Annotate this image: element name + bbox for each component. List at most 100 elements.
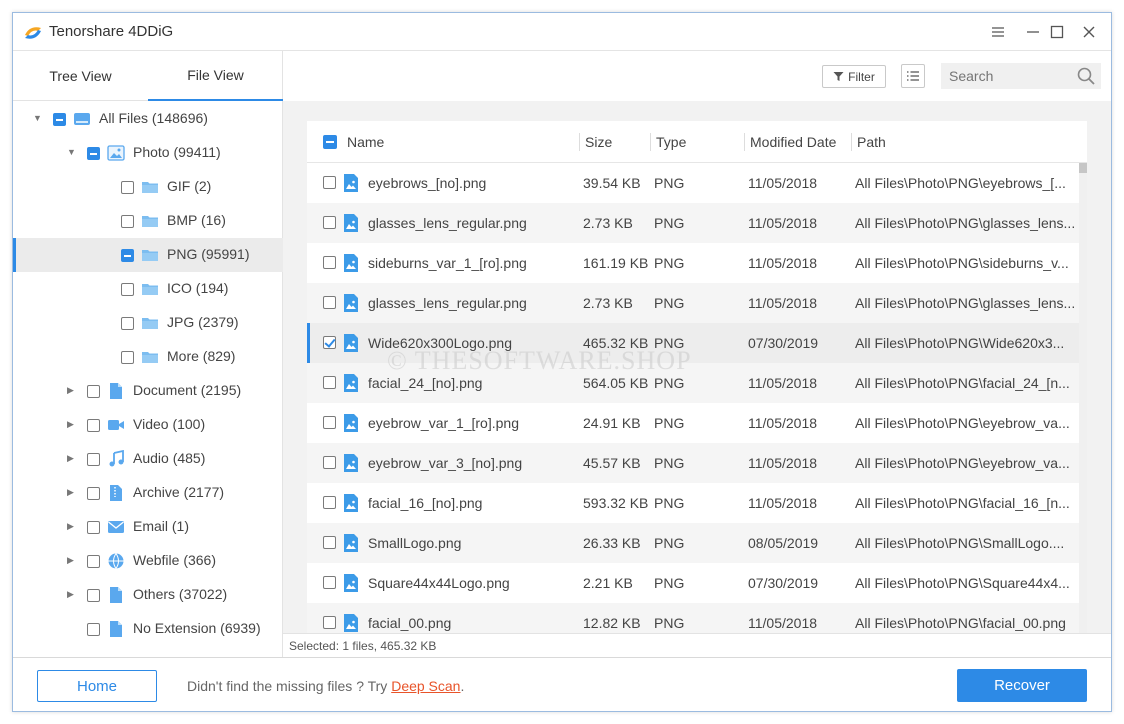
column-path[interactable]: Path <box>857 134 886 150</box>
vertical-scrollbar[interactable] <box>1079 163 1087 633</box>
tree-item[interactable]: ▶ Document (2195) <box>13 374 283 408</box>
image-file-icon <box>343 493 359 513</box>
column-separator[interactable] <box>579 133 580 151</box>
row-checkbox[interactable] <box>323 216 336 229</box>
table-row[interactable]: Wide620x300Logo.png 465.32 KB PNG 07/30/201… <box>307 323 1079 363</box>
tree-item-checkbox[interactable] <box>121 215 134 228</box>
tree-item[interactable]: ▼ Photo (99411) <box>13 136 283 170</box>
folder-icon <box>141 212 159 230</box>
tree-item[interactable]: ▶ Archive (2177) <box>13 476 283 510</box>
column-modified-date[interactable]: Modified Date <box>750 134 836 150</box>
tree-item-checkbox[interactable] <box>87 453 100 466</box>
list-view-button[interactable] <box>901 64 925 88</box>
expand-arrow-icon[interactable]: ▶ <box>67 453 77 463</box>
tree-item-checkbox[interactable] <box>87 419 100 432</box>
audio-icon <box>107 449 125 468</box>
expand-arrow-icon[interactable]: ▶ <box>67 419 77 429</box>
table-row[interactable]: Square44x44Logo.png 2.21 KB PNG 07/30/2019 A… <box>307 563 1079 603</box>
row-checkbox[interactable] <box>323 536 336 549</box>
tree-item[interactable]: ▶ Audio (485) <box>13 442 283 476</box>
tab-file-view[interactable]: File View <box>148 51 283 101</box>
tree-item[interactable]: ▶ Video (100) <box>13 408 283 442</box>
expand-arrow-icon[interactable]: ▶ <box>67 555 77 565</box>
file-name: eyebrow_var_1_[ro].png <box>368 415 519 431</box>
expand-arrow-icon[interactable]: ▶ <box>67 385 77 395</box>
close-button[interactable] <box>1079 22 1099 42</box>
tab-tree-view[interactable]: Tree View <box>13 51 148 101</box>
menu-button[interactable] <box>988 22 1008 42</box>
column-separator[interactable] <box>744 133 745 151</box>
row-checkbox[interactable] <box>323 376 336 389</box>
column-separator[interactable] <box>650 133 651 151</box>
column-separator[interactable] <box>851 133 852 151</box>
tree-item-checkbox[interactable] <box>87 521 100 534</box>
tree-item[interactable]: GIF (2) <box>13 170 283 204</box>
maximize-button[interactable] <box>1047 22 1067 42</box>
table-row[interactable]: facial_16_[no].png 593.32 KB PNG 11/05/2018… <box>307 483 1079 523</box>
collapse-arrow-icon[interactable]: ▼ <box>33 113 43 123</box>
row-checkbox[interactable] <box>323 256 336 269</box>
table-row[interactable]: SmallLogo.png 26.33 KB PNG 08/05/2019 All Fi… <box>307 523 1079 563</box>
tree-item-checkbox[interactable] <box>87 385 100 398</box>
expand-arrow-icon[interactable]: ▶ <box>67 589 77 599</box>
tree-item-label: JPG (2379) <box>167 314 239 330</box>
column-name[interactable]: Name <box>347 134 384 150</box>
table-row[interactable]: glasses_lens_regular.png 2.73 KB PNG 11/05/… <box>307 283 1079 323</box>
search-icon[interactable] <box>1077 67 1095 85</box>
tree-item-checkbox[interactable] <box>87 555 100 568</box>
row-checkbox[interactable] <box>323 176 336 189</box>
tree-item-checkbox[interactable] <box>87 589 100 602</box>
row-checkbox[interactable] <box>323 496 336 509</box>
row-checkbox[interactable] <box>323 456 336 469</box>
select-all-checkbox[interactable] <box>323 135 337 149</box>
tree-item-checkbox[interactable] <box>121 317 134 330</box>
column-size[interactable]: Size <box>585 134 612 150</box>
tree-item[interactable]: ▶ Others (37022) <box>13 578 283 612</box>
table-row[interactable]: facial_00.png 12.82 KB PNG 11/05/2018 All Fi… <box>307 603 1079 633</box>
expand-arrow-icon[interactable]: ▶ <box>67 487 77 497</box>
row-checkbox[interactable] <box>323 336 336 349</box>
tree-item[interactable]: No Extension (6939) <box>13 612 283 646</box>
app-logo-icon <box>25 27 41 39</box>
filter-button[interactable]: Filter <box>822 65 886 88</box>
tree-item[interactable]: ▼ All Files (148696) <box>13 102 283 136</box>
deep-scan-link[interactable]: Deep Scan <box>391 678 460 694</box>
row-checkbox[interactable] <box>323 416 336 429</box>
table-row[interactable]: eyebrow_var_1_[ro].png 24.91 KB PNG 11/05/2… <box>307 403 1079 443</box>
table-row[interactable]: glasses_lens_regular.png 2.73 KB PNG 11/05/… <box>307 203 1079 243</box>
tree-item-checkbox[interactable] <box>87 487 100 500</box>
home-button[interactable]: Home <box>37 670 157 702</box>
scrollbar-thumb[interactable] <box>1079 163 1087 173</box>
tree-item-checkbox[interactable] <box>121 181 134 194</box>
table-row[interactable]: sideburns_var_1_[ro].png 161.19 KB PNG 11/0… <box>307 243 1079 283</box>
recover-button[interactable]: Recover <box>957 669 1087 702</box>
tree-item-checkbox[interactable] <box>121 283 134 296</box>
tree-item[interactable]: PNG (95991) <box>13 238 283 272</box>
row-checkbox[interactable] <box>323 576 336 589</box>
tree-item[interactable]: ▶ Email (1) <box>13 510 283 544</box>
tree-item-checkbox[interactable] <box>121 249 134 262</box>
selection-status: Selected: 1 files, 465.32 KB <box>289 639 437 653</box>
table-row[interactable]: eyebrows_[no].png 39.54 KB PNG 11/05/2018 Al… <box>307 163 1079 203</box>
tree-item[interactable]: JPG (2379) <box>13 306 283 340</box>
row-checkbox[interactable] <box>323 296 336 309</box>
table-row[interactable]: facial_24_[no].png 564.05 KB PNG 11/05/2018… <box>307 363 1079 403</box>
tree-item[interactable]: ▶ Webfile (366) <box>13 544 283 578</box>
column-type[interactable]: Type <box>656 134 686 150</box>
file-size: 39.54 KB <box>583 175 641 191</box>
expand-arrow-icon[interactable]: ▶ <box>67 521 77 531</box>
table-row[interactable]: eyebrow_var_3_[no].png 45.57 KB PNG 11/05/2… <box>307 443 1079 483</box>
tree-item-checkbox[interactable] <box>87 147 100 160</box>
tree-item-checkbox[interactable] <box>53 113 66 126</box>
file-table: Name Size Type Modified Date Path eyebro… <box>307 121 1087 633</box>
tree-item-checkbox[interactable] <box>121 351 134 364</box>
tree-item[interactable]: BMP (16) <box>13 204 283 238</box>
file-path: All Files\Photo\PNG\sideburns_v... <box>855 255 1069 271</box>
row-checkbox[interactable] <box>323 616 336 629</box>
tree-item[interactable]: More (829) <box>13 340 283 374</box>
minimize-icon <box>1027 31 1039 33</box>
tree-item-checkbox[interactable] <box>87 623 100 636</box>
tree-item[interactable]: ICO (194) <box>13 272 283 306</box>
collapse-arrow-icon[interactable]: ▼ <box>67 147 77 157</box>
minimize-button[interactable] <box>1023 22 1043 42</box>
